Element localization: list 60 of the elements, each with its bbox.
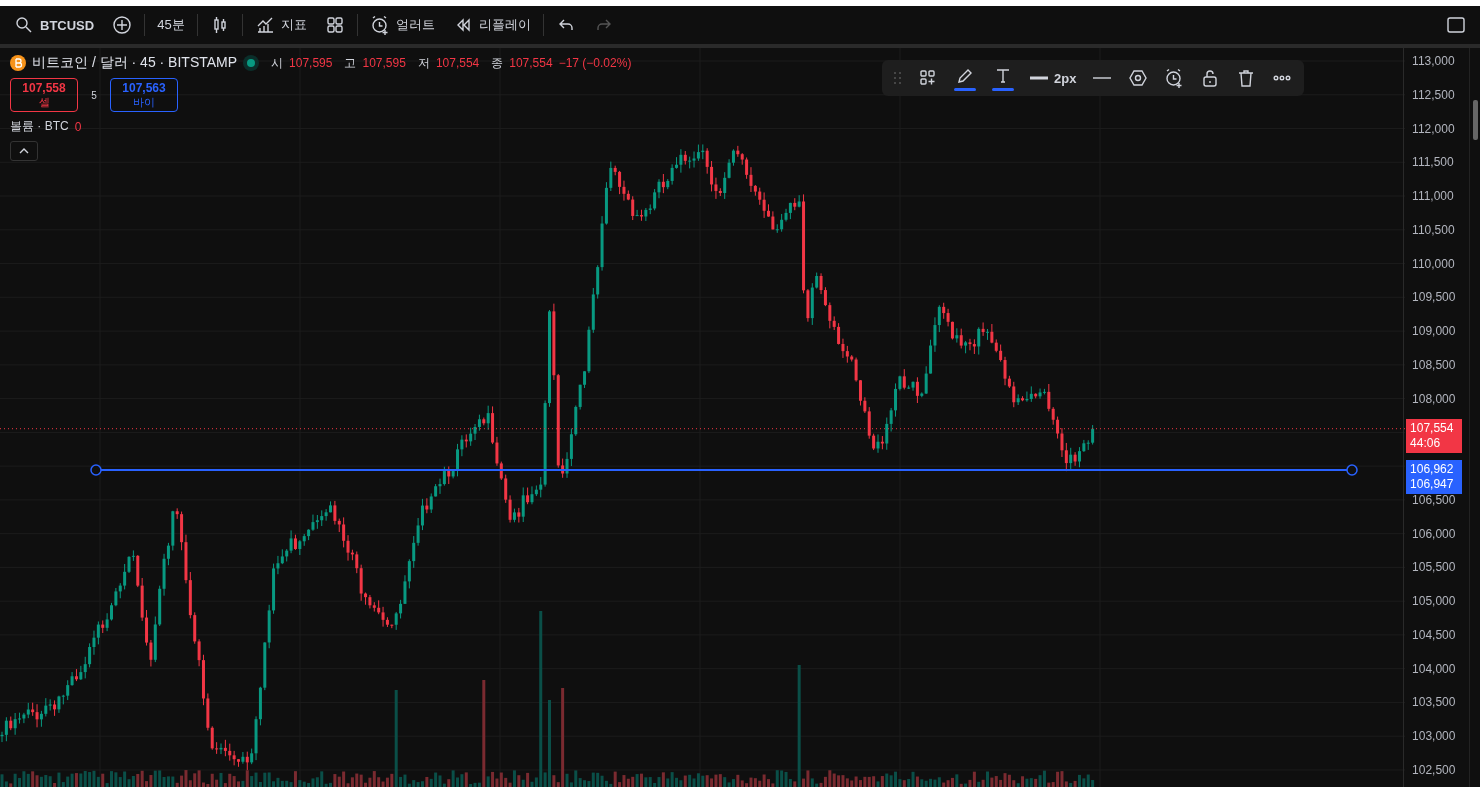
ohlc-value: 107,595 (289, 56, 333, 70)
price-label: 109,000 (1412, 324, 1456, 339)
price-label: 112,500 (1412, 87, 1455, 102)
price-change: −17 (−0.02%) (558, 56, 632, 70)
grid-icon (324, 15, 345, 35)
alert-button[interactable]: 얼러트 (363, 10, 441, 40)
scrollbar-thumb[interactable] (1473, 100, 1478, 140)
thick-line-icon (1030, 76, 1048, 80)
search-icon (14, 15, 34, 35)
volume-label: 볼륨 · BTC (10, 118, 69, 135)
market-status-icon (243, 55, 260, 71)
price-label: 111,000 (1412, 189, 1454, 204)
square-icon (1446, 15, 1466, 35)
volume-value: 0 (74, 119, 82, 134)
collapse-button[interactable] (10, 141, 38, 161)
price-label: 106,500 (1412, 492, 1456, 507)
replay-button[interactable]: 리플레이 (446, 10, 537, 40)
ohlc-label: 고 (344, 54, 357, 72)
interval-button[interactable]: 45분 (151, 10, 191, 40)
symbol-title: 비트코인 / 달러 · 45 · BITSTAMP (32, 54, 238, 72)
price-label: 108,500 (1412, 357, 1456, 372)
plus-circle-icon (112, 15, 133, 35)
ohlc-label: 저 (417, 54, 430, 72)
price-label: 104,000 (1412, 661, 1456, 676)
price-label: 108,000 (1412, 391, 1456, 406)
price-label: 111,500 (1412, 155, 1454, 170)
line-handle[interactable] (90, 464, 102, 476)
price-label: 113,000 (1412, 54, 1455, 68)
line-price-badge: 106,962 106,947 (1406, 460, 1463, 494)
sell-button[interactable]: 107,558 셀 (10, 78, 78, 112)
settings-icon (1128, 68, 1149, 88)
price-label: 109,500 (1412, 290, 1456, 305)
price-label: 103,500 (1412, 695, 1456, 710)
indicators-button[interactable]: 지표 (248, 10, 313, 40)
line-icon (1092, 77, 1113, 79)
grid-plus-icon (918, 68, 938, 88)
symbol-search[interactable]: BTCUSD (8, 10, 101, 40)
chevron-up-icon (19, 148, 29, 154)
price-label: 106,000 (1412, 526, 1456, 541)
ohlc-value: 107,554 (509, 56, 553, 70)
price-label: 105,500 (1412, 560, 1456, 575)
ohlc-label: 시 (271, 54, 284, 72)
current-price-badge: 107,554 44:06 (1406, 418, 1463, 453)
ohlc-value: 107,595 (362, 56, 406, 70)
price-label: 104,500 (1412, 627, 1456, 642)
spread-value: 5 (90, 89, 98, 101)
ohlc-value: 107,554 (435, 56, 480, 70)
bitcoin-icon (10, 55, 26, 71)
price-label: 112,000 (1412, 121, 1455, 136)
price-label: 102,500 (1412, 762, 1456, 777)
line-width-button[interactable]: 2px (1024, 62, 1083, 94)
alarm-clock-icon (369, 15, 390, 35)
buy-button[interactable]: 107,563 바이 (110, 78, 178, 112)
line-handle[interactable] (1346, 464, 1358, 476)
price-label: 105,000 (1412, 594, 1456, 609)
price-label: 103,000 (1412, 729, 1456, 744)
price-label: 110,500 (1412, 222, 1455, 237)
ohlc-label: 종 (491, 54, 504, 72)
price-label: 110,000 (1412, 256, 1455, 271)
alarm-clock-icon (1164, 68, 1185, 88)
